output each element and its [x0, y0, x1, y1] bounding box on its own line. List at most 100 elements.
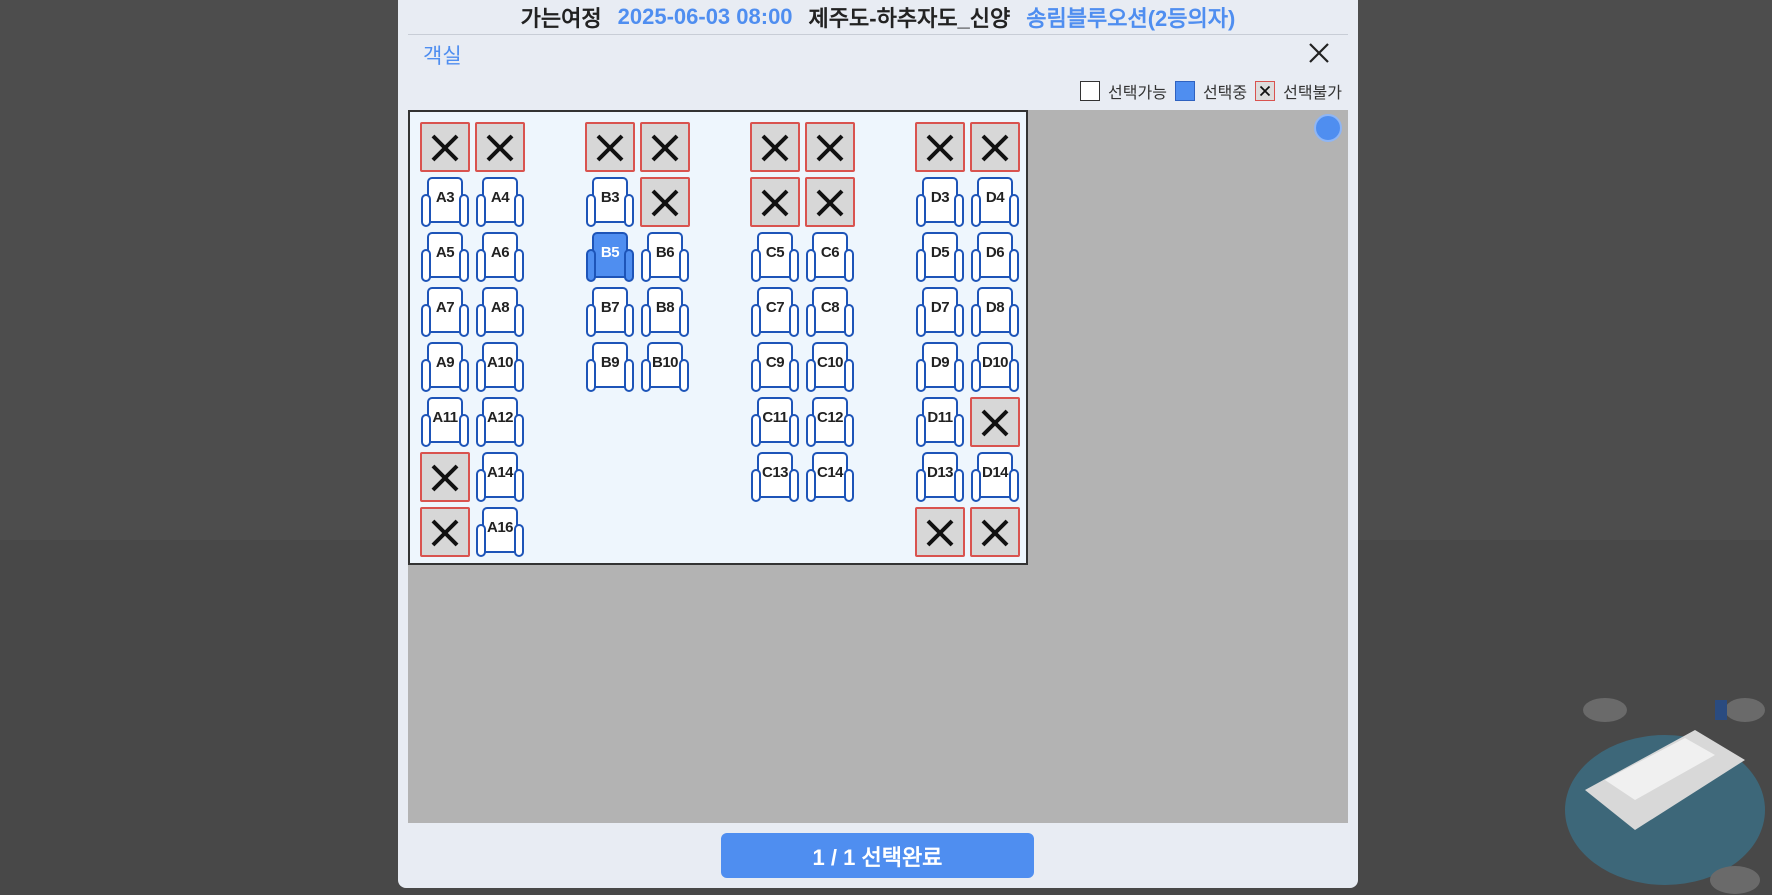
seat-label: A8	[490, 299, 510, 316]
seat-label: B3	[600, 189, 620, 206]
seat-label: D4	[985, 189, 1005, 206]
seat-label: D14	[981, 464, 1009, 481]
seat-c11[interactable]: C11	[750, 397, 800, 447]
seat-d3[interactable]: D3	[915, 177, 965, 227]
seat-unavailable	[805, 177, 855, 227]
legend-available: 선택가능	[1080, 79, 1167, 103]
seat-unavailable	[915, 122, 965, 172]
seat-d5[interactable]: D5	[915, 232, 965, 282]
seat-label: D8	[985, 299, 1005, 316]
legend-unavailable-swatch	[1255, 81, 1276, 101]
seat-unavailable	[585, 122, 635, 172]
seat-unavailable	[750, 122, 800, 172]
seat-d4[interactable]: D4	[970, 177, 1020, 227]
seat-b8[interactable]: B8	[640, 287, 690, 337]
seat-d9[interactable]: D9	[915, 342, 965, 392]
seat-label: C12	[816, 409, 844, 426]
seat-selection-modal: 가는여정 2025-06-03 08:00 제주도-하추자도_신양 송림블루오션…	[398, 0, 1358, 888]
seat-d7[interactable]: D7	[915, 287, 965, 337]
cabin-title: 객실	[423, 45, 462, 68]
seat-d13[interactable]: D13	[915, 452, 965, 502]
seat-c5[interactable]: C5	[750, 232, 800, 282]
seat-c6[interactable]: C6	[805, 232, 855, 282]
seat-label: C8	[820, 299, 840, 316]
seat-c13[interactable]: C13	[750, 452, 800, 502]
seat-label: D10	[981, 354, 1009, 371]
seat-label: A7	[435, 299, 455, 316]
seat-unavailable	[970, 122, 1020, 172]
confirm-selection-button[interactable]: 1 / 1 선택완료	[721, 833, 1034, 878]
seat-c9[interactable]: C9	[750, 342, 800, 392]
seat-map-area[interactable]: A3 A4 A5 A6 A7 A8 A9 A10 A11 A12 A14 A16 B3 B5 B6 B7 B8 B…	[408, 110, 1348, 823]
seat-b6[interactable]: B6	[640, 232, 690, 282]
seat-legend: 선택가능 선택중 선택불가	[1072, 79, 1342, 103]
seat-d11[interactable]: D11	[915, 397, 965, 447]
seat-a11[interactable]: A11	[420, 397, 470, 447]
seat-label: B9	[600, 354, 620, 371]
seat-b9[interactable]: B9	[585, 342, 635, 392]
legend-available-swatch	[1080, 81, 1101, 101]
seat-a5[interactable]: A5	[420, 232, 470, 282]
seat-b7[interactable]: B7	[585, 287, 635, 337]
seat-c14[interactable]: C14	[805, 452, 855, 502]
seat-a16[interactable]: A16	[475, 507, 525, 557]
seat-a12[interactable]: A12	[475, 397, 525, 447]
seat-label: C13	[761, 464, 789, 481]
seat-label: D11	[927, 409, 953, 426]
seat-label: C14	[816, 464, 844, 481]
seat-d6[interactable]: D6	[970, 232, 1020, 282]
journey-label: 가는여정	[520, 6, 602, 31]
seat-unavailable	[970, 397, 1020, 447]
seat-label: D9	[930, 354, 950, 371]
seat-label: C7	[765, 299, 785, 316]
compass-icon[interactable]	[1314, 114, 1342, 142]
seat-label: B5	[600, 244, 620, 261]
seat-label: B7	[600, 299, 620, 316]
seat-unavailable	[640, 177, 690, 227]
seat-label: A6	[490, 244, 510, 261]
seat-label: A9	[435, 354, 455, 371]
seat-c7[interactable]: C7	[750, 287, 800, 337]
legend-selected: 선택중	[1174, 79, 1247, 103]
seat-unavailable	[420, 507, 470, 557]
seat-a3[interactable]: A3	[420, 177, 470, 227]
seat-a4[interactable]: A4	[475, 177, 525, 227]
legend-available-label: 선택가능	[1108, 85, 1167, 102]
seat-c8[interactable]: C8	[805, 287, 855, 337]
seat-label: A10	[486, 354, 514, 371]
seat-a8[interactable]: A8	[475, 287, 525, 337]
departure-datetime: 2025-06-03 08:00	[617, 4, 793, 29]
ship-name: 송림블루오션(2등의자)	[1026, 6, 1236, 31]
seat-label: A11	[432, 409, 458, 426]
seat-label: A16	[486, 519, 514, 536]
seat-unavailable	[420, 452, 470, 502]
seat-c12[interactable]: C12	[805, 397, 855, 447]
seat-label: B8	[655, 299, 675, 316]
seat-c10[interactable]: C10	[805, 342, 855, 392]
seat-label: D3	[930, 189, 950, 206]
seat-b5[interactable]: B5	[585, 232, 635, 282]
seat-label: C11	[762, 409, 788, 426]
close-icon[interactable]	[1306, 40, 1332, 66]
seat-label: A14	[486, 464, 514, 481]
seat-unavailable	[640, 122, 690, 172]
seat-a9[interactable]: A9	[420, 342, 470, 392]
legend-unavailable-label: 선택불가	[1283, 85, 1342, 102]
seat-a14[interactable]: A14	[475, 452, 525, 502]
seat-label: B10	[651, 354, 679, 371]
seat-label: D6	[985, 244, 1005, 261]
seat-a10[interactable]: A10	[475, 342, 525, 392]
seat-label: A4	[490, 189, 510, 206]
seat-label: D13	[926, 464, 954, 481]
seat-d14[interactable]: D14	[970, 452, 1020, 502]
seat-unavailable	[750, 177, 800, 227]
seat-d10[interactable]: D10	[970, 342, 1020, 392]
seat-b3[interactable]: B3	[585, 177, 635, 227]
seat-label: C6	[820, 244, 840, 261]
seat-a7[interactable]: A7	[420, 287, 470, 337]
seat-label: B6	[655, 244, 675, 261]
seat-label: D7	[930, 299, 950, 316]
seat-a6[interactable]: A6	[475, 232, 525, 282]
seat-b10[interactable]: B10	[640, 342, 690, 392]
seat-d8[interactable]: D8	[970, 287, 1020, 337]
